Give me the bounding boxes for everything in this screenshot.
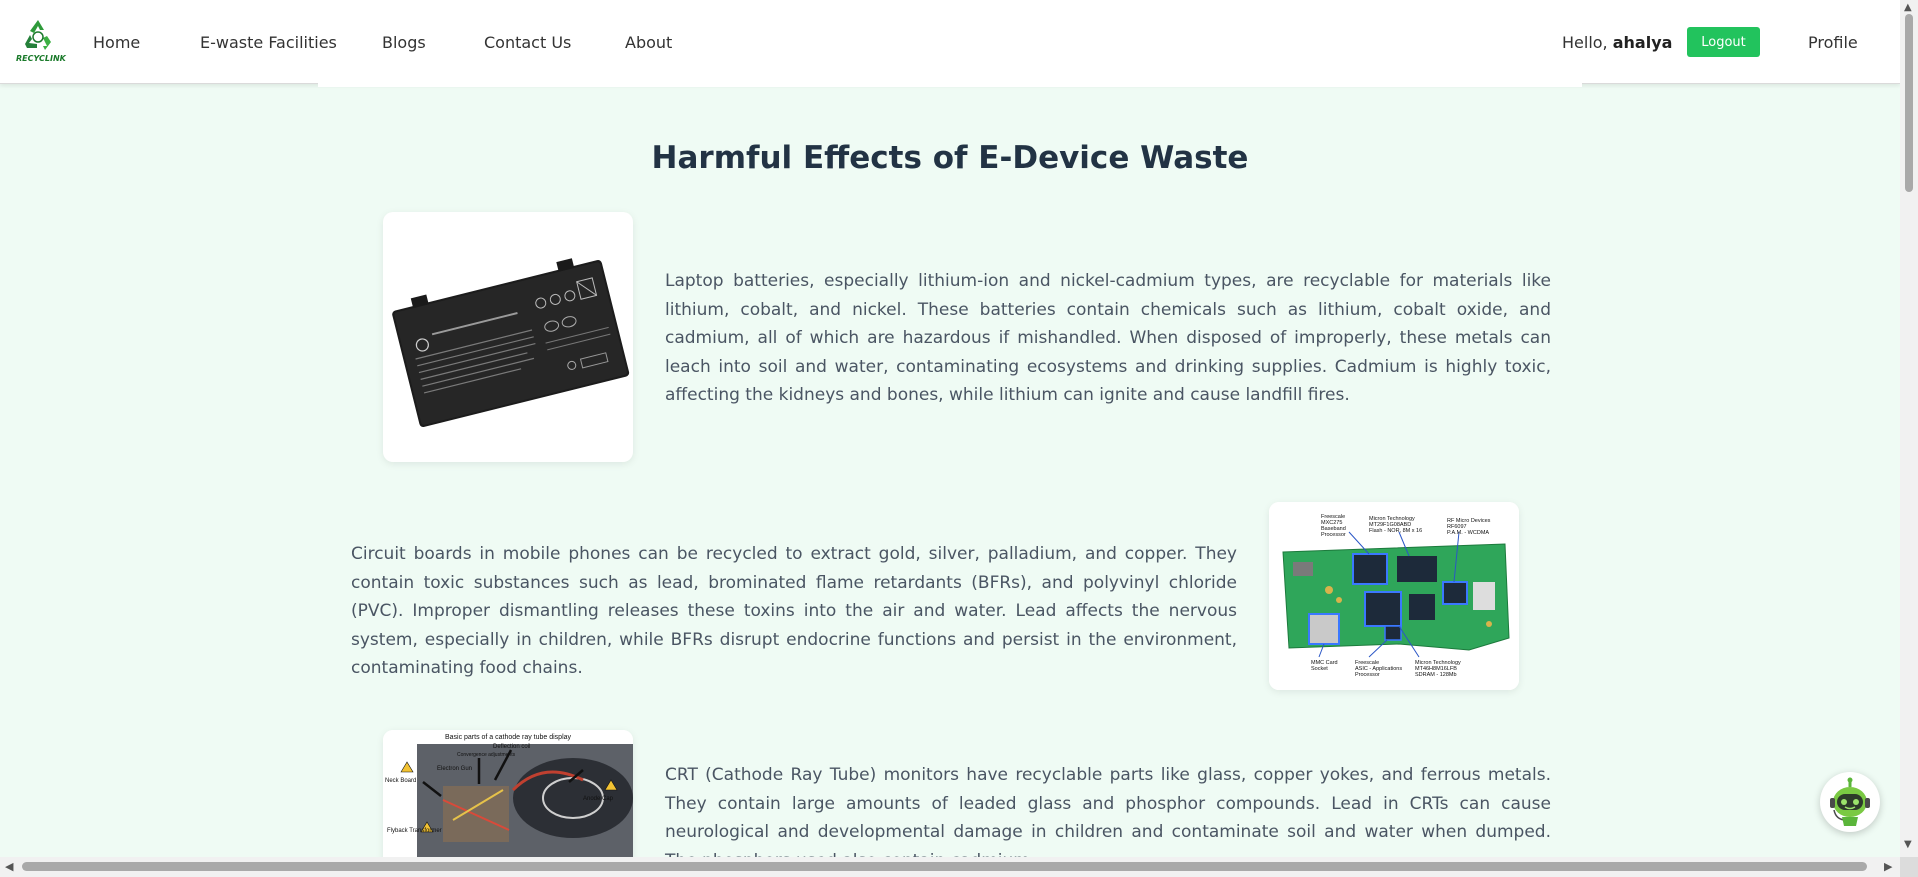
laptop-battery-image [383,212,633,462]
scroll-up-icon[interactable]: ▲ [1904,2,1912,14]
circuit-label-l4: Processor [1321,532,1346,538]
crt-label-electron-gun: Electron Gun [437,766,472,772]
chatbot-avatar-icon [1823,775,1877,829]
crt-label-convergence: Convergence adjustments [457,752,516,758]
user-greeting: Hello, ahalya [1562,33,1672,52]
horizontal-scrollbar[interactable]: ◀ ▶ [0,857,1900,877]
scrollbar-corner [1900,857,1918,877]
circuit-label-b2: Socket [1311,666,1328,672]
phone-circuit-board-image: Freescale MXC275 Baseband Processor Micr… [1269,502,1519,690]
nav-contact-link[interactable]: Contact Us [484,33,571,52]
crt-diagram-caption: Basic parts of a cathode ray tube displa… [445,734,572,741]
nav-profile-link[interactable]: Profile [1808,33,1858,52]
section-text-circuit-board: Circuit boards in mobile phones can be r… [351,544,1237,678]
nav-about-link[interactable]: About [625,33,672,52]
section-text-crt: CRT (Cathode Ray Tube) monitors have rec… [665,765,1551,857]
circuit-label-m3: Flash - NOR, 8M x 16 [1369,528,1422,534]
circuit-label-c3: Processor [1355,672,1380,678]
nav-blogs-link[interactable]: Blogs [382,33,426,52]
vertical-scrollbar[interactable]: ▲ ▼ [1900,0,1918,857]
nav-ewaste-facilities-link[interactable]: E-waste Facilities [200,33,337,52]
brand-logo[interactable]: RECYCLINK [16,16,66,68]
circuit-label-r3: P.A.M. - WCDMA [1447,530,1489,536]
horizontal-scroll-thumb[interactable] [22,862,1867,871]
crt-diagram-image: Basic parts of a cathode ray tube displa… [383,730,633,857]
scroll-down-icon[interactable]: ▼ [1904,839,1912,851]
greeting-text: Hello, [1562,33,1608,52]
section-text-battery: Laptop batteries, especially lithium-ion… [665,271,1551,405]
circuit-label-d3: SDRAM - 128Mb [1415,672,1457,678]
page-viewport: RECYCLINK Home E-waste Facilities Blogs … [0,0,1900,857]
page-title: Harmful Effects of E-Device Waste [651,140,1249,176]
user-name: ahalya [1612,33,1673,52]
crt-label-anode-cap: Anode Cap [583,796,614,802]
nav-home-link[interactable]: Home [93,33,140,52]
crt-label-neck-board: Neck Board [385,778,416,784]
navbar: RECYCLINK Home E-waste Facilities Blogs … [0,0,1900,84]
vertical-scroll-thumb[interactable] [1905,14,1913,192]
brand-name: RECYCLINK [16,54,66,63]
chatbot-button[interactable] [1820,772,1880,832]
content-top-strip [318,83,1582,87]
recycle-icon [25,20,51,50]
crt-label-flyback: Flyback Transformer [387,828,442,834]
crt-label-deflection-coil: Deflection coil [493,744,530,750]
logout-button[interactable]: Logout [1687,27,1760,57]
scroll-right-icon[interactable]: ▶ [1884,860,1892,874]
scroll-left-icon[interactable]: ◀ [5,860,13,874]
